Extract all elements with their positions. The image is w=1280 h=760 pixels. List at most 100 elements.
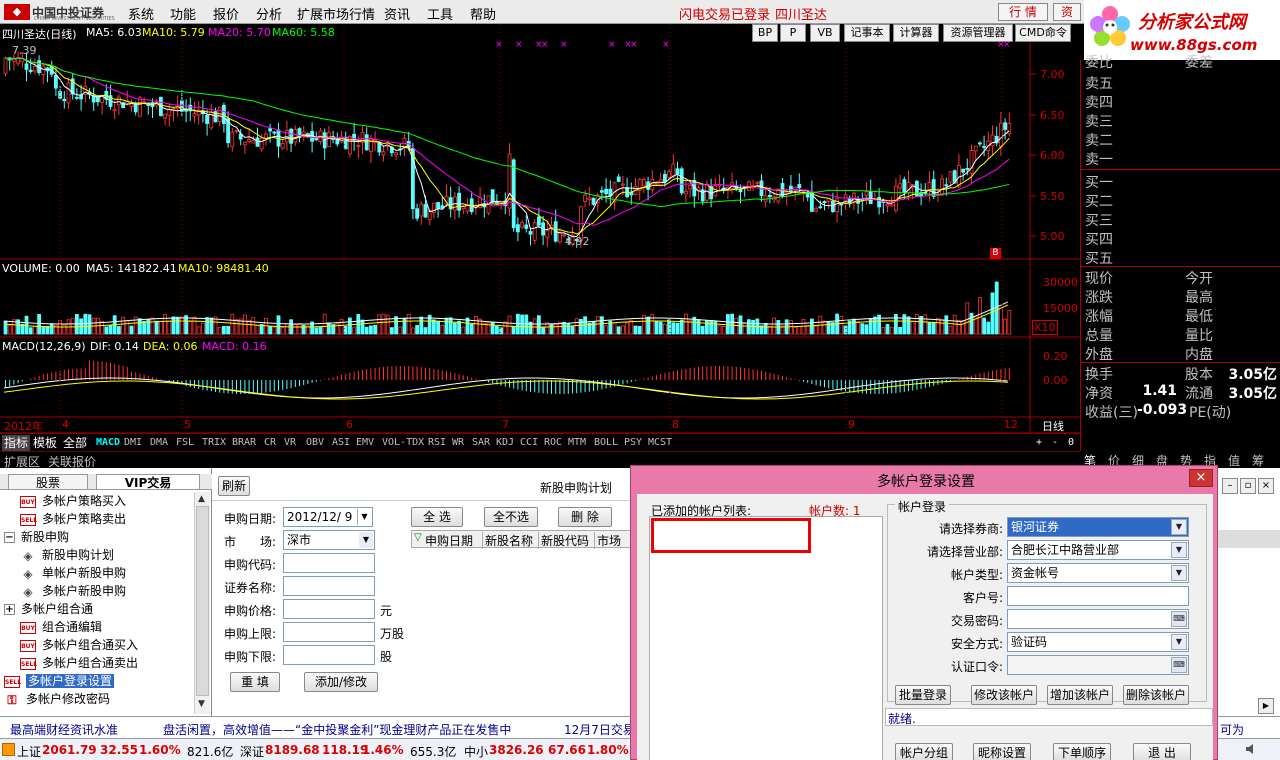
index-name[interactable]: 深证 [240,743,264,760]
menu-function[interactable]: 功能 [170,4,196,23]
indicator-item[interactable]: KDJ [496,435,514,451]
indicator-item[interactable]: ROC [544,435,562,451]
speaker-icon[interactable] [1244,742,1258,756]
trade-password-input[interactable]: ⌨ [1007,609,1189,629]
index-name[interactable]: 上证 [17,743,41,760]
menu-system[interactable]: 系统 [128,4,154,23]
close-icon[interactable]: × [1258,478,1274,494]
zoom-out-button[interactable]: - [1052,435,1058,451]
news-item[interactable]: 最高端财经资讯水准 [10,721,118,738]
lower-limit-input[interactable] [283,645,375,665]
toolbar-p-button[interactable]: P [780,24,806,42]
indicator-item[interactable]: ASI [332,435,350,451]
indicator-item[interactable]: BRAR [232,435,256,451]
auth-code-input[interactable]: ⌨ [1007,655,1189,675]
tree-item[interactable]: ◈ 多帐户新股申购 [20,582,126,600]
scroll-down-icon[interactable]: ▼ [198,699,205,709]
exit-button[interactable]: 退 出 [1133,743,1191,760]
price-input[interactable] [283,599,375,619]
branch-select[interactable]: 合肥长江中路营业部 ▼ [1007,540,1189,560]
select-all-button[interactable]: 全 选 [411,507,463,527]
chevron-down-icon[interactable]: ▼ [1171,634,1187,650]
account-group-button[interactable]: 帐户分组 [895,743,953,760]
alias-settings-button[interactable]: 昵称设置 [973,743,1031,760]
tree-item[interactable]: ◈ 单帐户新股申购 [20,564,126,582]
kline-chart[interactable]: × × × × × × × × × × × 四川圣达(日线) MA5: 6.03 MA10: 5.7… [0,24,1080,450]
account-type-select[interactable]: 资金帐号 ▼ [1007,563,1189,583]
index-name[interactable]: 中小 [464,743,488,760]
dropdown-arrow-icon[interactable]: ▼ [357,509,371,525]
news-item[interactable]: 盘活闲置，高效增值——“金中投聚金利”现金理财产品正在发售中 [163,721,511,738]
indicator-item[interactable]: VOL-TDX [382,435,424,451]
menu-tools[interactable]: 工具 [427,4,453,23]
add-modify-button[interactable]: 添加/修改 [304,672,378,692]
deselect-all-button[interactable]: 全不选 [484,507,538,527]
indicator-item[interactable]: BOLL [594,435,618,451]
menu-news[interactable]: 资讯 [384,4,410,23]
tree-item[interactable]: BUY 多帐户组合通买入 [20,636,138,654]
indicator-item[interactable]: CCI [520,435,538,451]
indicator-item[interactable]: SAR [472,435,490,451]
modify-account-button[interactable]: 修改该帐户 [971,685,1037,705]
tree-item[interactable]: − 新股申购 [4,528,69,546]
tab-value[interactable]: 值 [1228,452,1240,469]
tree-item[interactable]: ⚿ 多帐户修改密码 [4,690,110,708]
indicator-item[interactable]: CR [264,435,276,451]
client-id-input[interactable] [1007,586,1189,606]
toolbar-vb-button[interactable]: VB [810,24,840,42]
indicator-item[interactable]: FSL [176,435,194,451]
refresh-button[interactable]: 刷新 [218,476,250,496]
delete-account-button[interactable]: 删除该帐户 [1123,685,1189,705]
tab-all[interactable]: 全部 [63,435,87,451]
tree-item[interactable]: SELL 多帐户策略卖出 [20,510,126,528]
news-item[interactable]: 12月7日交易 [564,721,635,738]
zoom-in-button[interactable]: + [1036,435,1042,451]
indicator-item[interactable]: RSI [428,435,446,451]
calculator-button[interactable]: 计算器 [893,24,939,42]
tree-item[interactable]: ◈ 新股申购计划 [20,546,114,564]
delete-button[interactable]: 删 除 [558,507,612,527]
market-select[interactable]: 深市 ▼ [283,530,375,550]
menu-help[interactable]: 帮助 [470,4,496,23]
indicator-item[interactable]: MTM [568,435,586,451]
security-mode-select[interactable]: 验证码 ▼ [1007,632,1189,652]
indicator-item[interactable]: EMV [356,435,374,451]
tree-scrollbar[interactable]: ▲ ▼ [194,492,210,714]
chevron-down-icon[interactable]: ▼ [1171,565,1187,581]
chevron-down-icon[interactable]: ▼ [1171,542,1187,558]
indicator-item[interactable]: MCST [648,435,672,451]
tab-chips[interactable]: 筹 [1252,452,1264,469]
tree-item[interactable]: BUY 多帐户策略买入 [20,492,126,510]
zoom-reset-button[interactable]: 0 [1068,435,1074,451]
batch-login-button[interactable]: 批量登录 [895,685,951,705]
indicator-item[interactable]: PSY [624,435,642,451]
keyboard-icon[interactable]: ⌨ [1171,611,1187,627]
add-account-button[interactable]: 增加该帐户 [1047,685,1113,705]
scroll-up-icon[interactable]: ▲ [198,494,205,504]
indicator-item[interactable]: DMI [124,435,142,451]
name-input[interactable] [283,576,375,596]
trade-button[interactable]: 资 [1053,3,1081,21]
column-header[interactable]: 新股代码 [538,532,589,549]
indicator-item[interactable]: DMA [150,435,168,451]
minimize-icon[interactable]: – [1222,478,1238,494]
indicator-item[interactable]: WR [452,435,464,451]
resource-manager-button[interactable]: 资源管理器 [943,24,1013,42]
tab-stocks[interactable]: 股票 [8,474,88,490]
column-header[interactable]: 申购日期 [425,532,473,549]
toolbar-bp-button[interactable]: BP [752,24,778,42]
indicator-item[interactable]: VR [284,435,296,451]
tree-item[interactable]: + 多帐户组合通 [4,600,93,618]
scroll-right-icon[interactable]: ▶ [1258,698,1274,714]
code-input[interactable] [283,553,375,573]
column-header[interactable]: 新股名称 [482,532,533,549]
date-picker[interactable]: 2012/12/ 9 ▼ [283,507,373,527]
dialog-close-icon[interactable]: × [1189,469,1213,487]
quote-button[interactable]: 行 情 [998,3,1048,21]
menu-quote[interactable]: 报价 [213,4,239,23]
tree-item[interactable]: SELL 多帐户登录设置 [4,672,115,690]
indicator-item[interactable]: OBV [306,435,324,451]
menu-ext-market[interactable]: 扩展市场行情 [297,4,375,23]
chevron-down-icon[interactable]: ▼ [359,532,373,548]
indicator-item[interactable]: TRIX [202,435,226,451]
